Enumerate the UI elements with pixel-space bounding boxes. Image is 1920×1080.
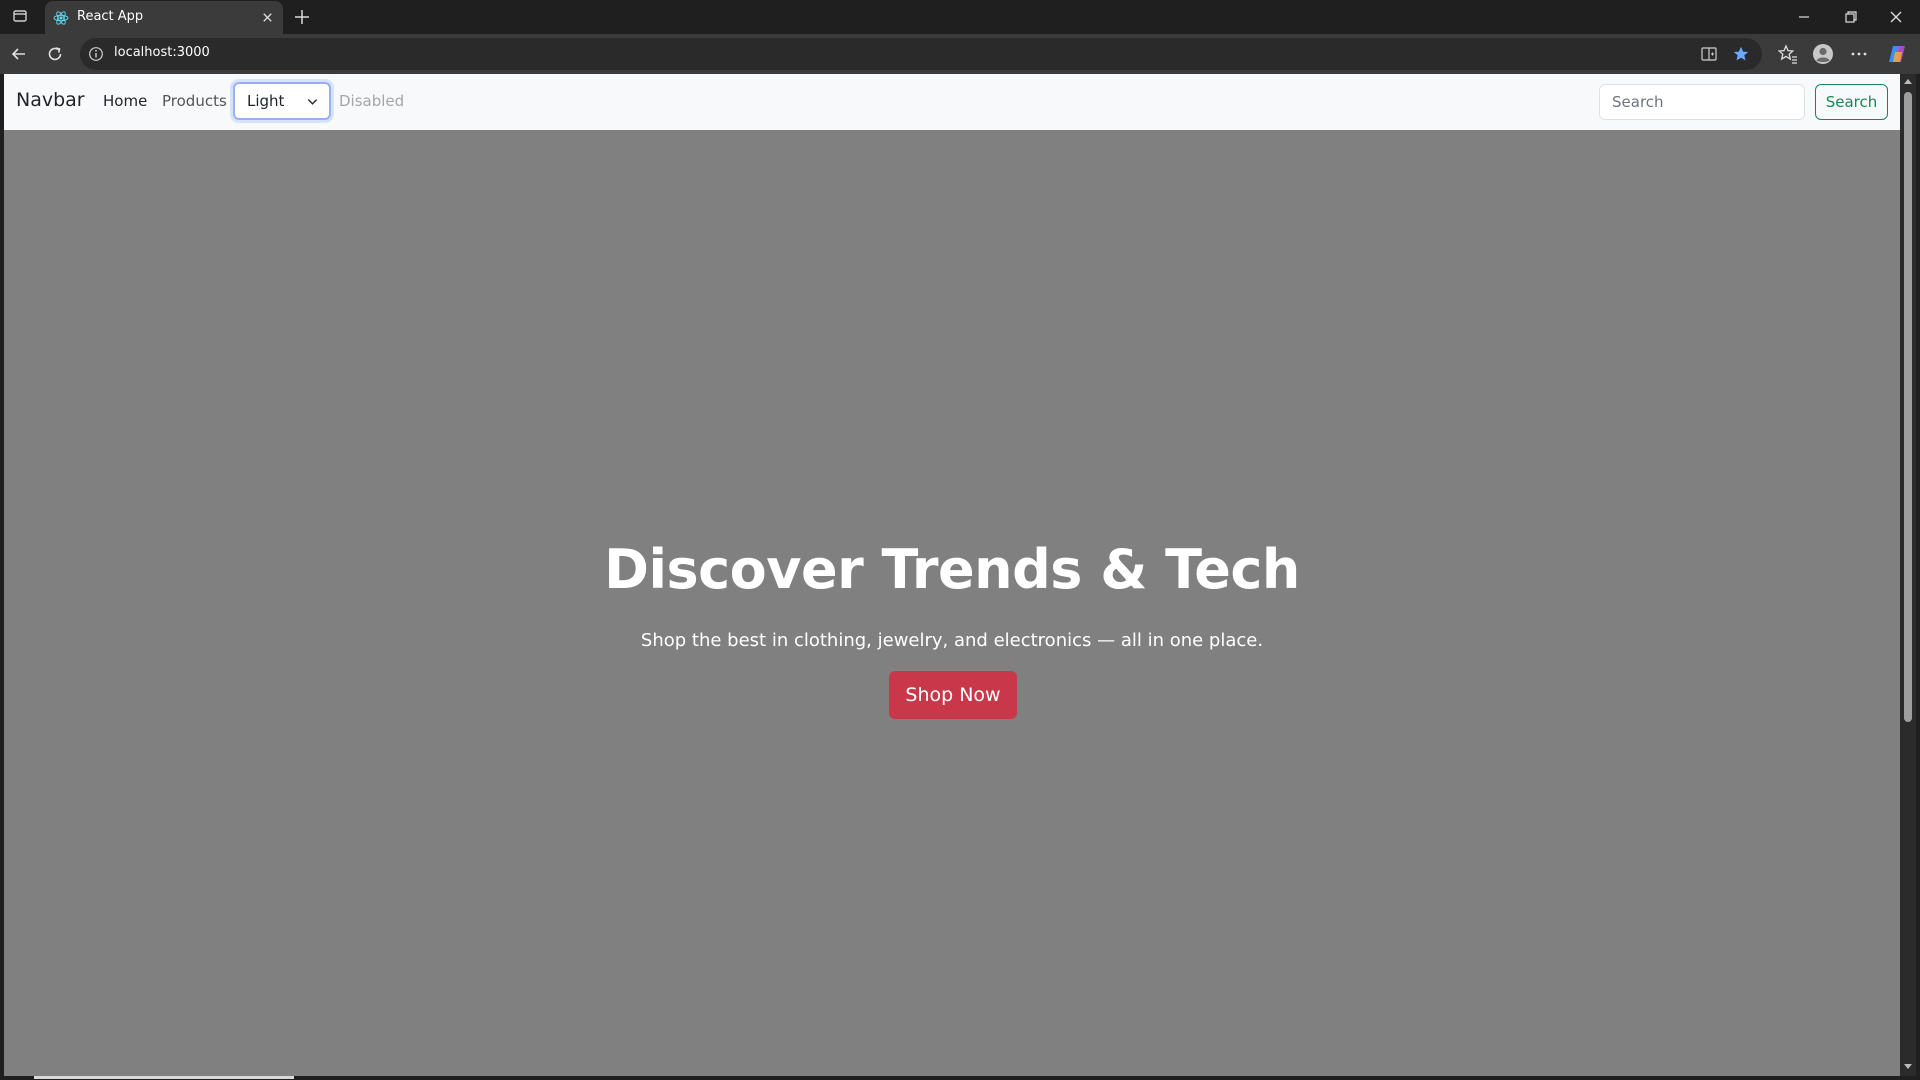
nav-link-disabled: Disabled bbox=[339, 92, 405, 110]
split-screen-icon[interactable] bbox=[1700, 45, 1718, 63]
address-bar: localhost:3000 bbox=[0, 34, 1920, 74]
close-icon[interactable] bbox=[260, 10, 275, 25]
scroll-down-icon[interactable] bbox=[1904, 1062, 1912, 1070]
bottom-bar bbox=[0, 1076, 1920, 1080]
star-icon[interactable] bbox=[1732, 45, 1750, 63]
browser-tab[interactable]: React App bbox=[45, 1, 283, 34]
restore-icon[interactable] bbox=[1841, 7, 1861, 27]
hero-section: Discover Trends & Tech Shop the best in … bbox=[4, 130, 1900, 1076]
plus-icon[interactable] bbox=[292, 7, 312, 27]
search-button[interactable]: Search bbox=[1815, 84, 1888, 120]
navbar: Navbar Home Products Light Disabled Sear… bbox=[4, 74, 1900, 130]
back-arrow-icon[interactable] bbox=[9, 44, 29, 64]
scrollbar[interactable] bbox=[1900, 74, 1916, 1076]
nav-link-products[interactable]: Products bbox=[162, 92, 227, 110]
theme-select[interactable]: Light bbox=[233, 82, 331, 120]
react-icon bbox=[53, 10, 69, 26]
theme-select-value: Light bbox=[247, 92, 285, 110]
scroll-thumb[interactable] bbox=[1904, 92, 1912, 722]
hero-title: Discover Trends & Tech bbox=[604, 538, 1300, 601]
nav-link-home[interactable]: Home bbox=[103, 92, 147, 110]
minimize-icon[interactable] bbox=[1794, 7, 1814, 27]
info-icon[interactable] bbox=[88, 46, 104, 62]
copilot-icon[interactable] bbox=[1886, 43, 1908, 65]
more-icon[interactable] bbox=[1848, 43, 1870, 65]
shop-now-button[interactable]: Shop Now bbox=[889, 671, 1017, 719]
reload-icon[interactable] bbox=[45, 44, 65, 64]
tab-strip: React App bbox=[0, 0, 1920, 34]
horizontal-scroll-indicator bbox=[34, 1076, 294, 1079]
chevron-down-icon bbox=[306, 95, 319, 108]
hero-subtitle: Shop the best in clothing, jewelry, and … bbox=[640, 630, 1264, 651]
close-icon[interactable] bbox=[1886, 7, 1906, 27]
navbar-brand[interactable]: Navbar bbox=[16, 89, 85, 111]
profile-icon[interactable] bbox=[1812, 43, 1834, 65]
omnibox[interactable]: localhost:3000 bbox=[80, 38, 1762, 70]
search-input[interactable] bbox=[1599, 84, 1805, 120]
tab-title: React App bbox=[77, 9, 144, 24]
favorites-icon[interactable] bbox=[1777, 43, 1799, 65]
page-viewport: Navbar Home Products Light Disabled Sear… bbox=[4, 74, 1900, 1076]
scroll-up-icon[interactable] bbox=[1904, 78, 1912, 86]
url-text[interactable]: localhost:3000 bbox=[114, 45, 210, 60]
tab-actions-icon[interactable] bbox=[12, 8, 28, 24]
